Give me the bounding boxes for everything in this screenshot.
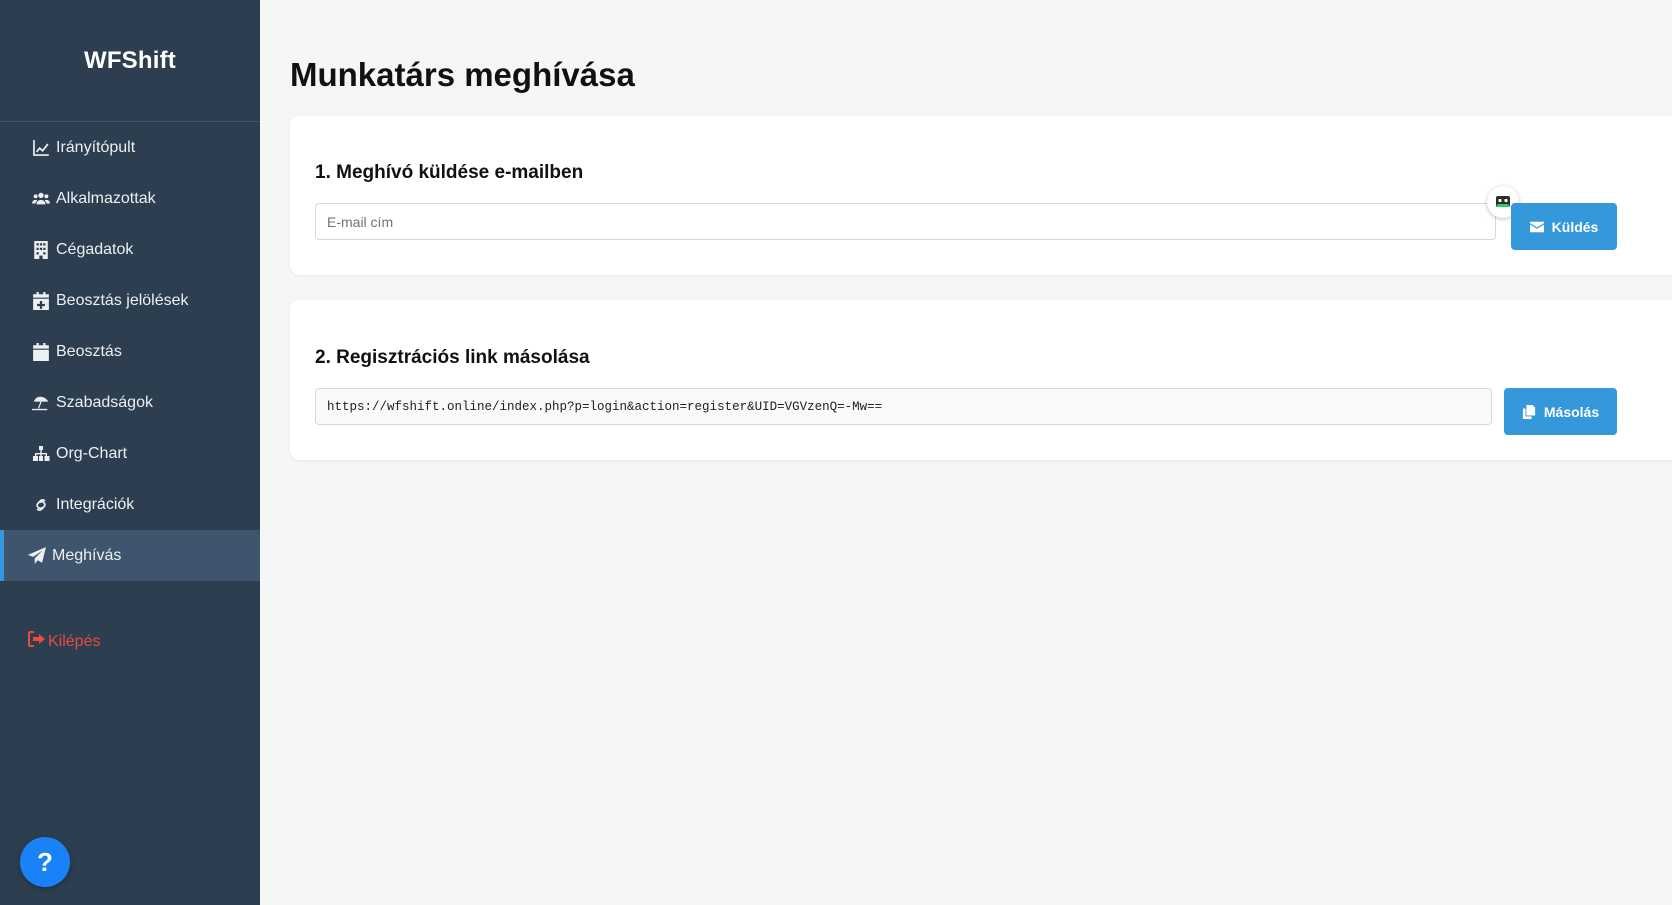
brand-logo: WFShift <box>0 0 260 122</box>
app: WFShift Irányítópult Alkalmazottak Cégad… <box>0 0 1672 905</box>
envelope-icon <box>1529 221 1544 232</box>
copy-button-label: Másolás <box>1543 403 1600 420</box>
sidebar-item-org-chart[interactable]: Org-Chart <box>0 428 260 479</box>
sidebar-item-label: Beosztás <box>56 342 122 360</box>
logout-link[interactable]: Kilépés <box>28 630 100 653</box>
calendar-plus-icon <box>32 291 54 310</box>
building-icon <box>32 240 54 259</box>
email-input[interactable] <box>315 203 1496 240</box>
sidebar-item-schedule[interactable]: Beosztás <box>0 326 260 377</box>
sidebar-item-invite[interactable]: Meghívás <box>0 530 260 581</box>
sidebar-item-integrations[interactable]: Integrációk <box>0 479 260 530</box>
sidebar-item-dashboard[interactable]: Irányítópult <box>0 122 260 173</box>
sitemap-icon <box>32 445 54 463</box>
send-button-label: Küldés <box>1551 218 1599 235</box>
sidebar: WFShift Irányítópult Alkalmazottak Cégad… <box>0 0 260 905</box>
email-invite-card: 1. Meghívó küldése e-mailben Küldés <box>290 116 1672 275</box>
copy-button[interactable]: Másolás <box>1504 388 1617 435</box>
sidebar-item-label: Szabadságok <box>56 393 153 411</box>
sidebar-item-label: Meghívás <box>52 546 122 564</box>
sidebar-item-leaves[interactable]: Szabadságok <box>0 377 260 428</box>
sidebar-item-shift-marks[interactable]: Beosztás jelölések <box>0 275 260 326</box>
sidebar-item-label: Alkalmazottak <box>56 189 156 207</box>
sidebar-item-employees[interactable]: Alkalmazottak <box>0 173 260 224</box>
sidebar-item-label: Beosztás jelölések <box>56 291 189 309</box>
sidebar-item-label: Irányítópult <box>56 138 136 156</box>
main-content: Munkatárs meghívása 1. Meghívó küldése e… <box>260 0 1672 905</box>
send-button[interactable]: Küldés <box>1511 203 1617 250</box>
users-icon <box>32 190 54 208</box>
link-icon <box>32 496 54 514</box>
email-section-title: 1. Meghívó küldése e-mailben <box>315 162 584 183</box>
sidebar-item-label: Cégadatok <box>56 240 134 258</box>
sidebar-nav: Irányítópult Alkalmazottak Cégadatok Beo… <box>0 122 260 581</box>
page-title: Munkatárs meghívása <box>290 56 635 93</box>
registration-link-card: 2. Regisztrációs link másolása https://w… <box>290 300 1672 460</box>
link-section-title: 2. Regisztrációs link másolása <box>315 347 590 368</box>
sidebar-item-label: Integrációk <box>56 495 135 513</box>
sidebar-item-label: Org-Chart <box>56 444 128 462</box>
logout-label: Kilépés <box>48 632 101 650</box>
sidebar-item-company[interactable]: Cégadatok <box>0 224 260 275</box>
registration-link-field[interactable]: https://wfshift.online/index.php?p=login… <box>315 388 1492 425</box>
chart-line-icon <box>32 139 54 157</box>
help-button[interactable]: ? <box>20 837 70 887</box>
sign-out-icon <box>28 630 48 653</box>
calendar-icon <box>32 342 54 361</box>
paper-plane-icon <box>28 546 50 565</box>
umbrella-beach-icon <box>32 394 54 412</box>
copy-icon <box>1522 404 1535 419</box>
